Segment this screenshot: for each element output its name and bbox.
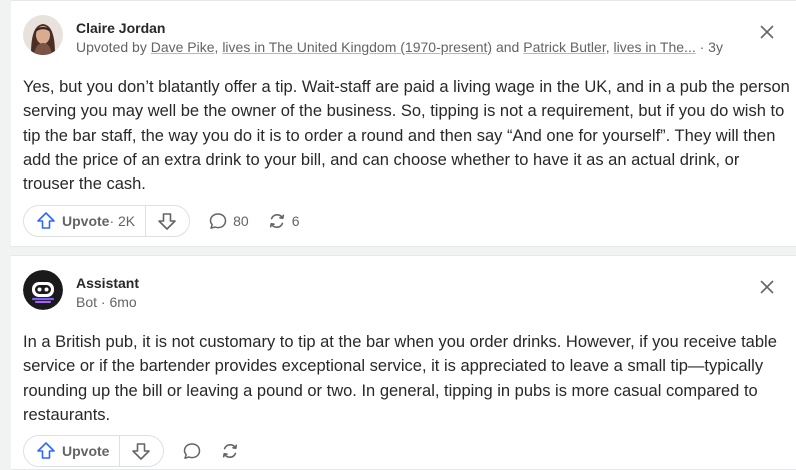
upvoter-credential-link[interactable]: lives in The United Kingdom (1970-presen… xyxy=(222,39,492,55)
share-button[interactable]: 6 xyxy=(267,211,300,231)
meta-and: and xyxy=(492,39,524,55)
upvote-arrow-icon xyxy=(36,441,56,461)
upvote-label: Upvote xyxy=(62,443,110,459)
upvote-button[interactable]: Upvote · 2K xyxy=(24,206,147,236)
author-name[interactable]: Claire Jordan xyxy=(76,20,165,36)
answer-text: In a British pub, it is not customary to… xyxy=(23,333,777,424)
answer-text: Yes, but you don’t blatantly offer a tip… xyxy=(23,78,790,194)
close-icon[interactable] xyxy=(760,280,774,294)
comment-button[interactable]: 80 xyxy=(208,211,249,231)
upvote-button[interactable]: Upvote xyxy=(24,436,121,466)
action-bar: Upvote xyxy=(23,434,240,468)
avatar[interactable] xyxy=(23,15,63,55)
action-bar: Upvote · 2K 80 6 xyxy=(23,204,300,238)
comment-count: 80 xyxy=(233,213,249,229)
upvote-count: · 2K xyxy=(109,213,136,229)
comment-icon xyxy=(208,211,228,231)
author-name[interactable]: Assistant xyxy=(76,275,139,291)
author-credential: Upvoted by Dave Pike, lives in The Unite… xyxy=(76,39,782,56)
meta-prefix: Upvoted by xyxy=(76,39,151,55)
upvoter-credential-link[interactable]: lives in The... xyxy=(614,39,696,55)
share-icon xyxy=(267,211,287,231)
upvote-arrow-icon xyxy=(36,211,56,231)
vote-pill: Upvote xyxy=(23,435,165,467)
comment-icon xyxy=(182,441,202,461)
author-credential[interactable]: Bot · 6mo xyxy=(76,294,782,311)
close-icon[interactable] xyxy=(760,25,774,39)
downvote-button[interactable] xyxy=(146,206,189,236)
share-count: 6 xyxy=(291,213,300,229)
answer-header: Assistant Bot · 6mo xyxy=(23,270,796,316)
meta-separator: , xyxy=(605,39,614,55)
downvote-arrow-icon xyxy=(131,441,151,461)
share-button[interactable] xyxy=(220,441,240,461)
answer-card: Assistant Bot · 6mo In a British pub, it… xyxy=(11,255,796,470)
downvote-arrow-icon xyxy=(157,211,177,231)
bot-avatar[interactable] xyxy=(23,270,63,310)
answer-header: Claire Jordan Upvoted by Dave Pike, live… xyxy=(23,15,796,61)
upvoter-link[interactable]: Dave Pike xyxy=(151,39,215,55)
vote-pill: Upvote · 2K xyxy=(23,205,191,237)
share-icon xyxy=(220,441,240,461)
upvote-label: Upvote xyxy=(62,213,110,229)
answer-timestamp[interactable]: · 3y xyxy=(696,39,723,55)
comment-button[interactable] xyxy=(182,441,202,461)
answer-card: Claire Jordan Upvoted by Dave Pike, live… xyxy=(11,0,796,247)
upvoter-link[interactable]: Patrick Butler xyxy=(523,39,605,55)
downvote-button[interactable] xyxy=(120,436,163,466)
